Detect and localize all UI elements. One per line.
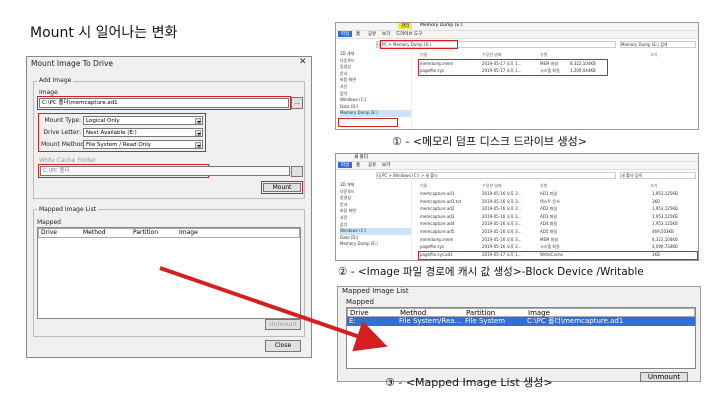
arrow-graphic — [159, 266, 388, 352]
red-arrow — [159, 266, 388, 352]
